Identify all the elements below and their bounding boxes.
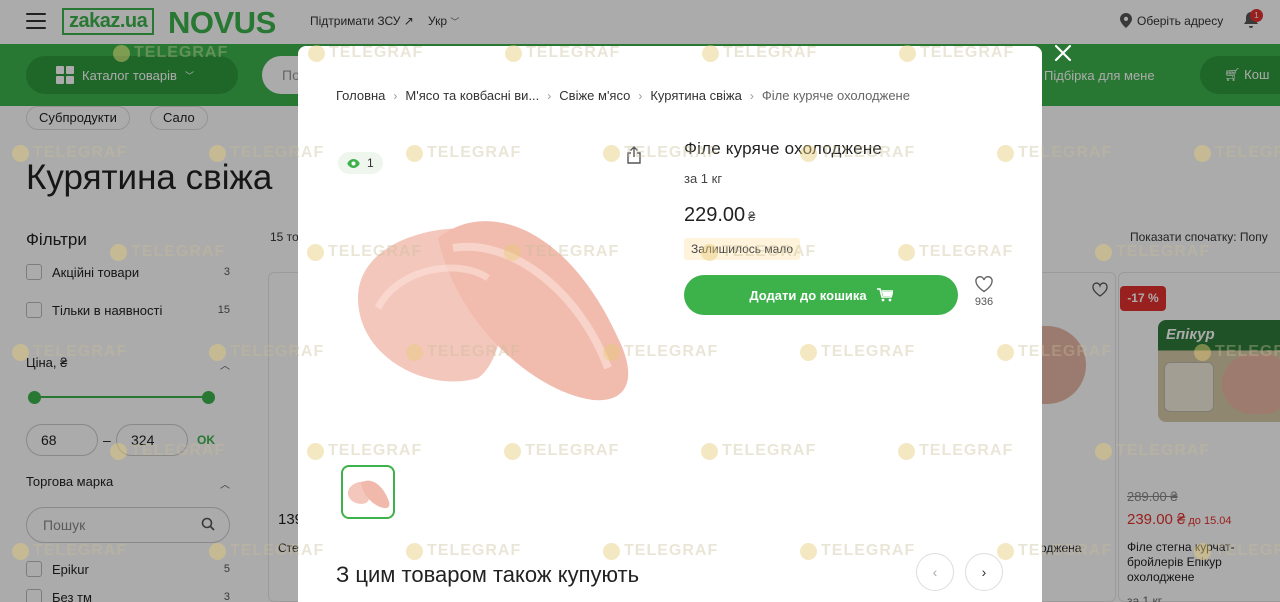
chevron-left-icon: ‹	[932, 564, 938, 580]
chevron-right-icon: ›	[547, 88, 552, 103]
carousel-next-button[interactable]: ›	[965, 553, 1003, 591]
product-price: 229.00 ₴	[684, 204, 755, 227]
product-thumbnail[interactable]	[341, 465, 395, 519]
breadcrumb-item[interactable]: Курятина свіжа	[650, 88, 742, 103]
favorites-count: 936	[974, 296, 994, 308]
product-title: Філе куряче охолоджене	[684, 139, 883, 158]
also-bought-title: З цим товаром також купують	[336, 562, 640, 587]
cart-icon	[876, 288, 893, 302]
breadcrumb: Головна › М'ясо та ковбасні ви... › Свіж…	[336, 88, 910, 103]
views-badge: 1	[338, 152, 383, 174]
breadcrumb-current: Філе куряче охолоджене	[761, 88, 910, 103]
chevron-right-icon: ›	[638, 88, 643, 103]
chevron-right-icon: ›	[749, 88, 754, 103]
carousel-prev-button[interactable]: ‹	[916, 553, 954, 591]
add-to-cart-label: Додати до кошика	[749, 287, 867, 303]
product-modal: Головна › М'ясо та ковбасні ви... › Свіж…	[298, 46, 1042, 602]
heart-icon	[975, 276, 993, 293]
breadcrumb-item[interactable]: Головна	[336, 88, 385, 103]
favorite-button[interactable]: 936	[970, 276, 998, 308]
currency: ₴	[748, 209, 756, 224]
chevron-right-icon: ›	[393, 88, 398, 103]
product-image[interactable]	[338, 178, 648, 404]
share-icon[interactable]	[626, 146, 642, 164]
breadcrumb-item[interactable]: Свіже м'ясо	[559, 88, 630, 103]
breadcrumb-item[interactable]: М'ясо та ковбасні ви...	[405, 88, 539, 103]
chevron-right-icon: ›	[981, 564, 987, 580]
product-unit: за 1 кг	[684, 171, 723, 186]
price-value: 229.00	[684, 204, 746, 226]
thumbnail-image	[348, 480, 390, 509]
stock-status: Залишилось мало	[684, 238, 801, 260]
close-icon[interactable]	[1054, 44, 1072, 62]
add-to-cart-button[interactable]: Додати до кошика	[684, 275, 958, 315]
views-count: 1	[367, 156, 374, 170]
eye-icon	[347, 158, 360, 168]
